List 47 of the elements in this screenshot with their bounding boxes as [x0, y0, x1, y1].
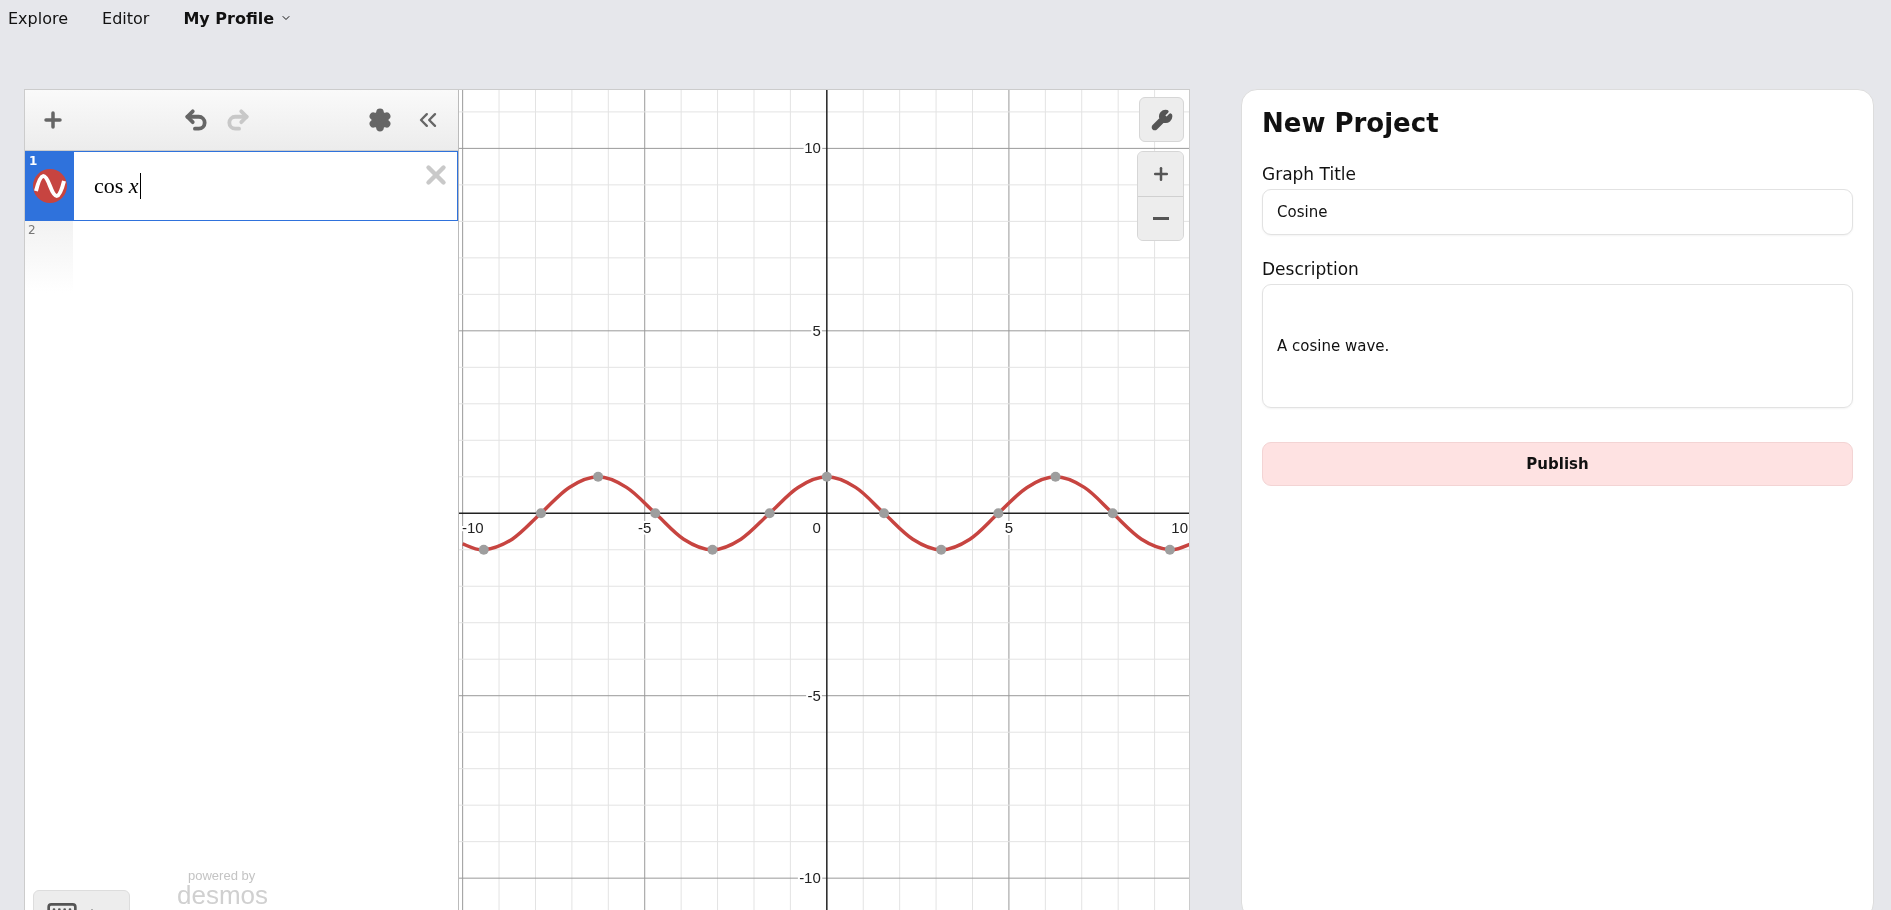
point-marker[interactable] — [593, 471, 604, 482]
nav-link[interactable]: My Profile — [183, 8, 293, 28]
point-marker[interactable] — [936, 544, 947, 555]
graph-chart[interactable]: -10 -5 0 5 10 -10 -5 5 10 — [459, 90, 1189, 910]
card-title: New Project — [1262, 108, 1440, 138]
y-tick-label: 5 — [812, 321, 821, 339]
x-tick-label: 5 — [1004, 519, 1014, 537]
point-marker[interactable] — [1050, 471, 1061, 482]
wrench-icon — [1150, 108, 1173, 131]
wave-icon[interactable] — [33, 169, 67, 203]
y-tick-label: -10 — [799, 869, 821, 887]
point-marker[interactable] — [1164, 544, 1175, 555]
redo-icon — [224, 107, 251, 133]
curve-line[interactable] — [461, 475, 1189, 552]
point-marker[interactable] — [650, 508, 661, 519]
row-number: 2 — [28, 223, 36, 237]
x-tick-label: 10 — [1171, 519, 1188, 537]
wrench-button[interactable] — [1139, 97, 1184, 142]
zoom-out-button[interactable] — [1138, 196, 1183, 240]
x-tick-label: 0 — [812, 519, 821, 537]
point-marker[interactable] — [1107, 508, 1118, 519]
publish-button[interactable]: Publish — [1262, 442, 1853, 486]
point-marker[interactable] — [879, 508, 889, 519]
title-field[interactable]: Cosine — [1262, 189, 1853, 235]
field-label: Graph Title — [1262, 164, 1357, 184]
x-tick-label: -10 — [462, 519, 484, 537]
minus-icon — [1152, 217, 1169, 220]
point-marker[interactable] — [993, 508, 1004, 519]
description-field[interactable]: A cosine wave. — [1262, 284, 1853, 408]
field-label: Description — [1262, 259, 1360, 279]
nav-link[interactable]: Explore — [8, 8, 69, 28]
row-number: 1 — [29, 154, 38, 168]
expression-row[interactable]: 2 — [25, 221, 458, 293]
x-tick-label: -5 — [638, 519, 652, 537]
y-tick-label: -5 — [807, 686, 821, 704]
point-marker[interactable] — [707, 544, 718, 555]
expression-field[interactable]: cos x — [74, 152, 457, 220]
undo-icon — [182, 107, 209, 133]
y-tick-label: 10 — [804, 139, 821, 157]
point-marker[interactable] — [821, 471, 832, 482]
nav-link[interactable]: Editor — [102, 8, 150, 28]
powered-by-label: powered by — [188, 868, 256, 883]
point-marker[interactable] — [535, 508, 546, 519]
plus-icon — [41, 108, 65, 132]
point-marker[interactable] — [764, 508, 775, 519]
point-marker[interactable] — [478, 544, 489, 555]
expression-row[interactable]: 1 cos x — [25, 151, 458, 221]
